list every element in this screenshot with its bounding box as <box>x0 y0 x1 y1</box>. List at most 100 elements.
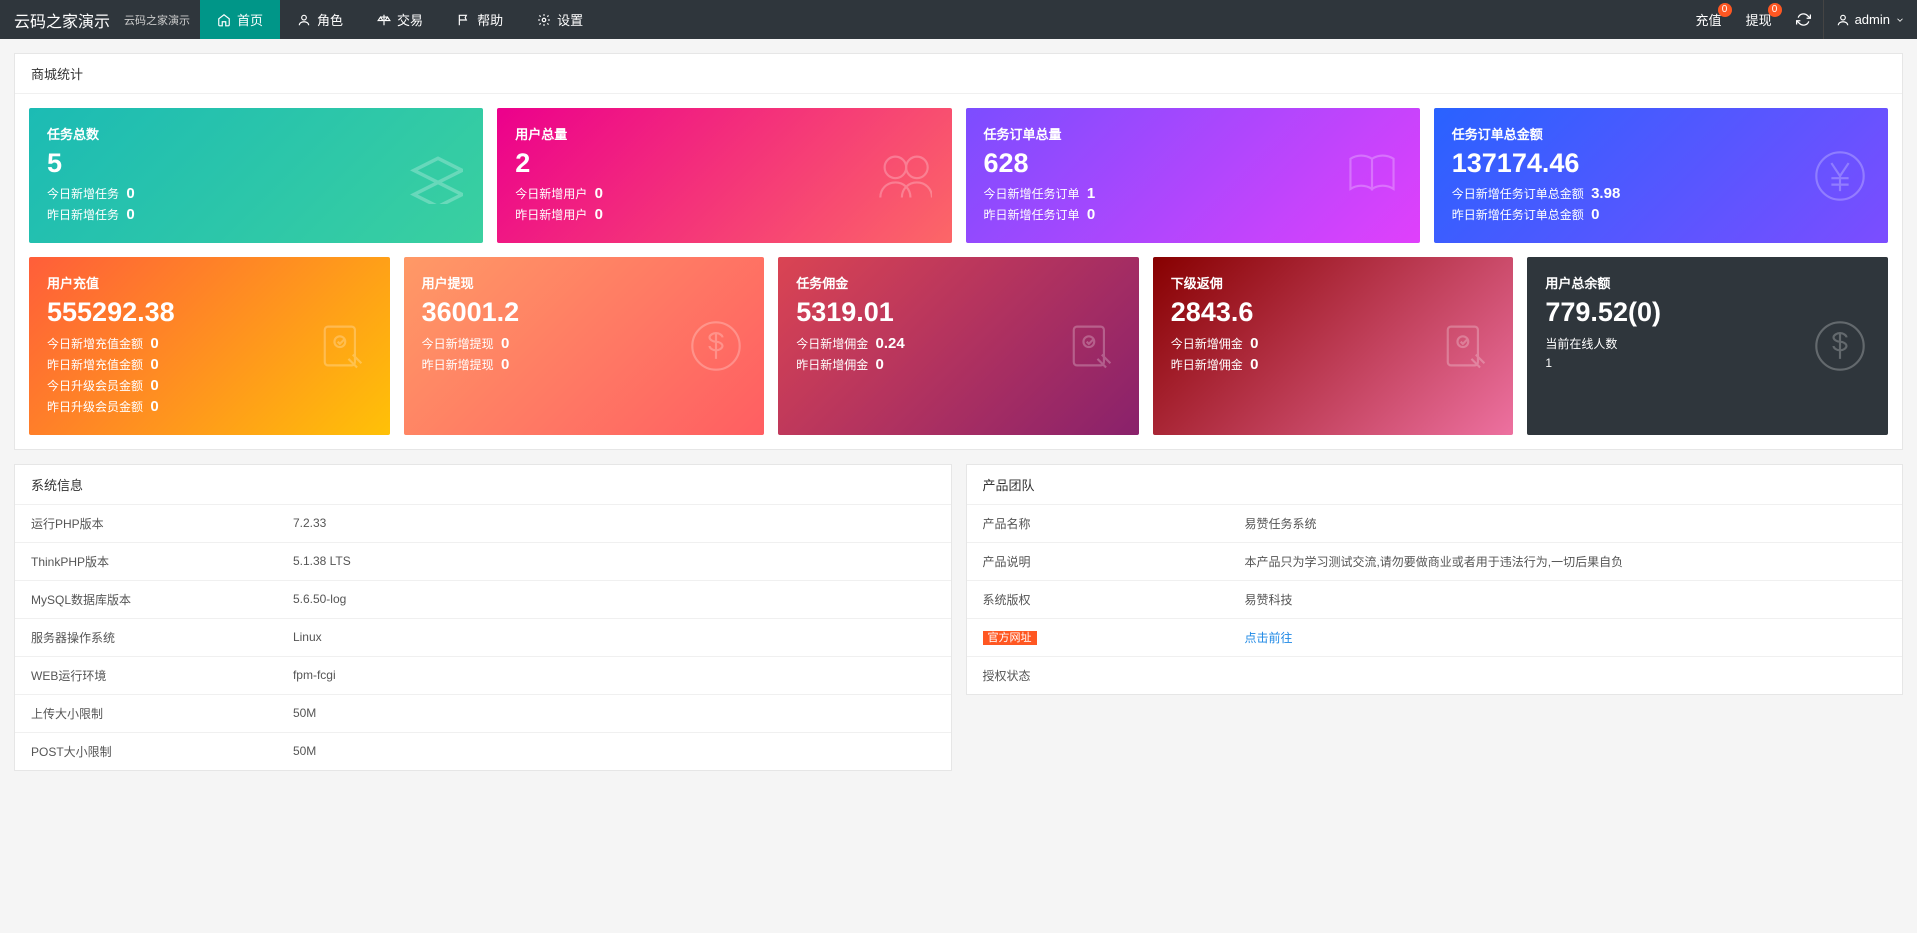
dollar-icon <box>688 318 744 374</box>
row1-card-2[interactable]: 任务订单总量 628 今日新增任务订单 1 昨日新增任务订单 0 <box>966 108 1420 243</box>
row2-card-4[interactable]: 用户总余额779.52(0)当前在线人数1 <box>1527 257 1888 434</box>
nav-label: 角色 <box>317 10 343 29</box>
sysinfo-val: 50M <box>277 732 951 770</box>
row2-card-1[interactable]: 用户提现36001.2今日新增提现 0昨日新增提现 0 <box>404 257 765 434</box>
row1-card-1[interactable]: 用户总量 2 今日新增用户 0 昨日新增用户 0 <box>497 108 951 243</box>
sysinfo-val: fpm-fcgi <box>277 656 951 694</box>
table-row: 官方网址 点击前往 <box>967 618 1903 656</box>
table-row: 上传大小限制50M <box>15 694 951 732</box>
stats-row-2: 用户充值555292.38今日新增充值金额 0昨日新增充值金额 0今日升级会员金… <box>29 257 1888 434</box>
team-title: 产品团队 <box>967 465 1903 505</box>
team-key: 产品说明 <box>967 542 1229 580</box>
brand-main: 云码之家演示 <box>0 0 124 39</box>
card-title: 任务订单总金额 <box>1452 124 1870 143</box>
card-title: 用户提现 <box>422 273 747 292</box>
team-val: 点击前往 <box>1228 618 1902 656</box>
scale-icon <box>377 13 391 27</box>
nav-label: 设置 <box>557 10 583 29</box>
doc-icon <box>1063 318 1119 374</box>
card-line: 昨日新增任务订单 0 <box>984 206 1402 223</box>
nav-item-4[interactable]: 设置 <box>520 0 600 39</box>
sysinfo-key: WEB运行环境 <box>15 656 277 694</box>
card-line: 昨日升级会员金额 0 <box>47 398 372 415</box>
book-icon <box>1344 148 1400 204</box>
team-table: 产品名称易赞任务系统产品说明本产品只为学习测试交流,请勿要做商业或者用于违法行为… <box>967 505 1903 694</box>
card-title: 用户充值 <box>47 273 372 292</box>
row2-card-2[interactable]: 任务佣金5319.01今日新增佣金 0.24昨日新增佣金 0 <box>778 257 1139 434</box>
brand-sub: 云码之家演示 <box>124 0 200 39</box>
table-row: MySQL数据库版本5.6.50-log <box>15 580 951 618</box>
card-line: 今日升级会员金额 0 <box>47 377 372 394</box>
row2-card-3[interactable]: 下级返佣2843.6今日新增佣金 0昨日新增佣金 0 <box>1153 257 1514 434</box>
team-key: 系统版权 <box>967 580 1229 618</box>
table-row: 运行PHP版本7.2.33 <box>15 505 951 543</box>
team-val <box>1228 656 1902 694</box>
sysinfo-title: 系统信息 <box>15 465 951 505</box>
gear-icon <box>537 13 551 27</box>
nav-label: 首页 <box>237 10 263 29</box>
sysinfo-key: 上传大小限制 <box>15 694 277 732</box>
card-value: 5 <box>47 147 465 179</box>
table-row: 服务器操作系统Linux <box>15 618 951 656</box>
doc-icon <box>314 318 370 374</box>
user-icon <box>297 13 311 27</box>
nav-item-3[interactable]: 帮助 <box>440 0 520 39</box>
users-icon <box>876 148 932 204</box>
sysinfo-table: 运行PHP版本7.2.33ThinkPHP版本5.1.38 LTSMySQL数据… <box>15 505 951 770</box>
card-title: 用户总量 <box>515 124 933 143</box>
stats-title: 商城统计 <box>15 54 1902 94</box>
card-line: 昨日新增任务订单总金额 0 <box>1452 206 1870 223</box>
highlight-label: 官方网址 <box>983 631 1037 645</box>
table-row: 产品说明本产品只为学习测试交流,请勿要做商业或者用于违法行为,一切后果自负 <box>967 542 1903 580</box>
sysinfo-key: ThinkPHP版本 <box>15 542 277 580</box>
table-row: 产品名称易赞任务系统 <box>967 505 1903 543</box>
sysinfo-val: 5.1.38 LTS <box>277 542 951 580</box>
team-val: 易赞科技 <box>1228 580 1902 618</box>
refresh-icon <box>1796 12 1811 27</box>
table-row: WEB运行环境fpm-fcgi <box>15 656 951 694</box>
card-value: 137174.46 <box>1452 147 1870 179</box>
team-key: 产品名称 <box>967 505 1229 543</box>
user-menu[interactable]: admin <box>1823 0 1917 39</box>
card-value: 2 <box>515 147 933 179</box>
nav-item-2[interactable]: 交易 <box>360 0 440 39</box>
sysinfo-panel: 系统信息 运行PHP版本7.2.33ThinkPHP版本5.1.38 LTSMy… <box>14 464 952 771</box>
nav-item-0[interactable]: 首页 <box>200 0 280 39</box>
stats-panel: 商城统计 任务总数 5 今日新增任务 0 昨日新增任务 0 用户总量 2 今日新增用户 0 昨… <box>14 53 1903 450</box>
card-value: 628 <box>984 147 1402 179</box>
nav-item-1[interactable]: 角色 <box>280 0 360 39</box>
card-line: 昨日新增用户 0 <box>515 206 933 223</box>
chevron-down-icon <box>1895 15 1905 25</box>
card-line: 昨日新增任务 0 <box>47 206 465 223</box>
recharge-badge: 0 <box>1718 3 1732 17</box>
row1-card-3[interactable]: 任务订单总金额137174.46今日新增任务订单总金额 3.98昨日新增任务订单… <box>1434 108 1888 243</box>
recharge-button[interactable]: 充值 0 <box>1684 0 1734 39</box>
doc-icon <box>1437 318 1493 374</box>
topbar-right: 充值 0 提现 0 admin <box>1684 0 1917 39</box>
row2-card-0[interactable]: 用户充值555292.38今日新增充值金额 0昨日新增充值金额 0今日升级会员金… <box>29 257 390 434</box>
withdraw-button[interactable]: 提现 0 <box>1734 0 1784 39</box>
card-title: 任务订单总量 <box>984 124 1402 143</box>
team-key: 授权状态 <box>967 656 1229 694</box>
user-icon <box>1836 13 1850 27</box>
stack-icon <box>407 148 463 204</box>
sysinfo-val: 7.2.33 <box>277 505 951 543</box>
sysinfo-val: 5.6.50-log <box>277 580 951 618</box>
sysinfo-key: MySQL数据库版本 <box>15 580 277 618</box>
table-row: 授权状态 <box>967 656 1903 694</box>
table-row: 系统版权易赞科技 <box>967 580 1903 618</box>
card-line: 今日新增用户 0 <box>515 185 933 202</box>
nav-label: 帮助 <box>477 10 503 29</box>
official-link[interactable]: 点击前往 <box>1244 631 1292 645</box>
table-row: POST大小限制50M <box>15 732 951 770</box>
card-line: 今日新增任务 0 <box>47 185 465 202</box>
card-title: 任务总数 <box>47 124 465 143</box>
row1-card-0[interactable]: 任务总数 5 今日新增任务 0 昨日新增任务 0 <box>29 108 483 243</box>
sysinfo-val: Linux <box>277 618 951 656</box>
user-name: admin <box>1855 12 1890 27</box>
dollar-icon <box>1812 318 1868 374</box>
nav: 首页 角色交易 帮助 设置 <box>200 0 600 39</box>
refresh-button[interactable] <box>1784 0 1823 39</box>
team-val: 易赞任务系统 <box>1228 505 1902 543</box>
card-line: 今日新增任务订单 1 <box>984 185 1402 202</box>
